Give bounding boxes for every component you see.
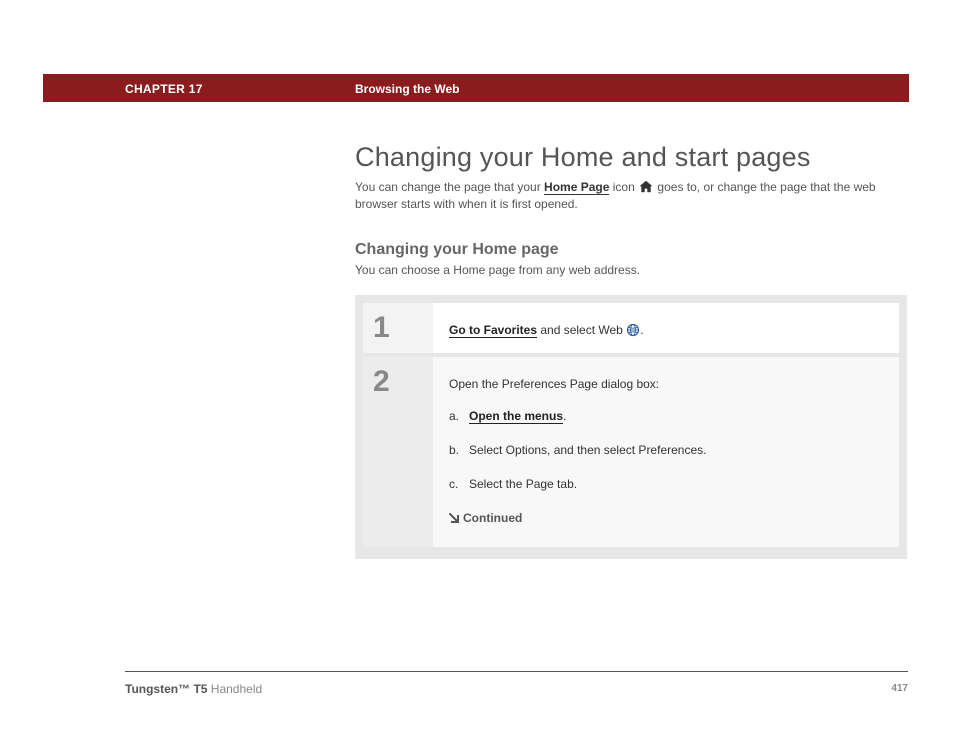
step-number-cell: 1	[363, 303, 433, 353]
substep: a. Open the menus.	[449, 407, 883, 425]
intro-text-pre: You can change the page that your	[355, 180, 544, 194]
intro-text-mid: icon	[609, 180, 638, 194]
chapter-label: CHAPTER 17	[125, 82, 203, 96]
steps-container: 1 Go to Favorites and select Web . 2 Ope…	[355, 295, 907, 559]
step-number: 1	[373, 313, 433, 343]
step-body: Open the Preferences Page dialog box: a.…	[433, 357, 899, 547]
step-number-cell: 2	[363, 357, 433, 547]
go-to-favorites-link[interactable]: Go to Favorites	[449, 323, 537, 338]
step-row: 2 Open the Preferences Page dialog box: …	[363, 357, 899, 547]
footer-rule	[125, 671, 908, 672]
home-page-link[interactable]: Home Page	[544, 180, 609, 195]
content-column: Changing your Home and start pages You c…	[355, 142, 907, 559]
substep-text: Select Options, and then select Preferen…	[469, 443, 706, 457]
continued-label: Continued	[463, 511, 522, 525]
page-number: 417	[891, 683, 908, 694]
footer-brand: Tungsten™ T5 Handheld	[125, 682, 262, 696]
section-label: Browsing the Web	[355, 82, 459, 96]
substep-text: Select the Page tab.	[469, 477, 577, 491]
substep: b. Select Options, and then select Prefe…	[449, 441, 883, 459]
footer-brand-suffix: Handheld	[207, 682, 262, 696]
intro-paragraph: You can change the page that your Home P…	[355, 179, 907, 213]
substep-tail: .	[563, 409, 566, 423]
continued-indicator: Continued	[449, 509, 883, 527]
page-title: Changing your Home and start pages	[355, 142, 907, 173]
section-heading: Changing your Home page	[355, 241, 907, 259]
web-icon	[626, 323, 640, 337]
footer-brand-name: Tungsten™ T5	[125, 682, 207, 696]
substep-letter: c.	[449, 475, 458, 493]
substep-letter: a.	[449, 407, 459, 425]
step-number: 2	[373, 367, 433, 397]
substep-letter: b.	[449, 441, 459, 459]
substep: c. Select the Page tab.	[449, 475, 883, 493]
step1-tail: .	[640, 323, 643, 337]
substeps-list: a. Open the menus. b. Select Options, an…	[449, 407, 883, 493]
step2-lead: Open the Preferences Page dialog box:	[449, 375, 883, 393]
step-body: Go to Favorites and select Web .	[433, 303, 899, 353]
step1-rest: and select Web	[537, 323, 626, 337]
continued-arrow-icon	[449, 510, 459, 520]
section-text: You can choose a Home page from any web …	[355, 263, 907, 277]
home-icon	[639, 180, 653, 193]
page: CHAPTER 17 Browsing the Web Changing you…	[0, 0, 954, 738]
open-the-menus-link[interactable]: Open the menus	[469, 409, 563, 424]
chapter-header: CHAPTER 17 Browsing the Web	[43, 74, 909, 102]
step-row: 1 Go to Favorites and select Web .	[363, 303, 899, 353]
